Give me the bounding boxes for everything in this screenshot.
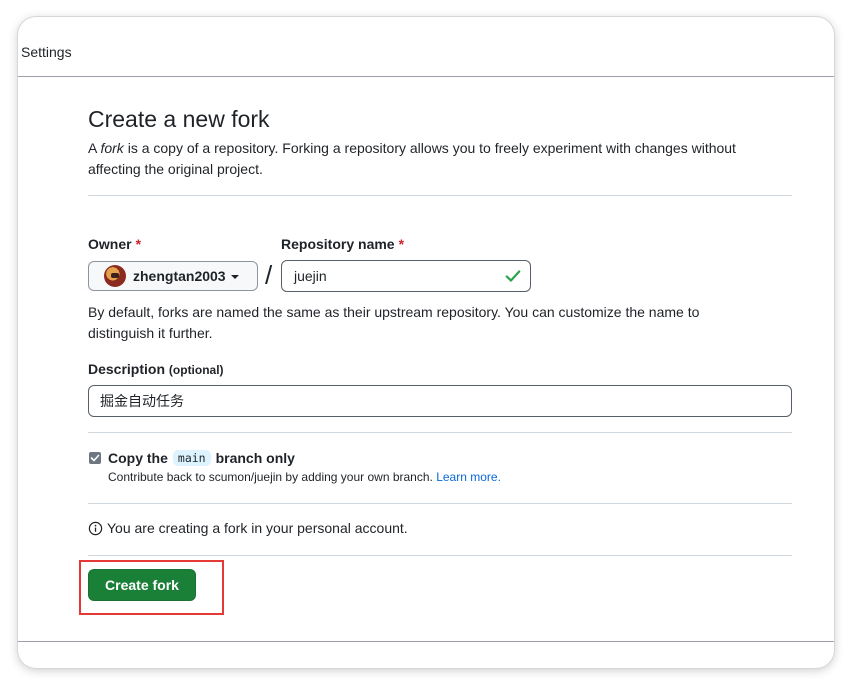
repository-name-value: juejin — [294, 268, 327, 284]
description-label: Description (optional) — [88, 361, 224, 377]
settings-window: Settings Create a new fork A fork is a c… — [18, 17, 834, 668]
divider — [88, 432, 792, 433]
check-icon — [505, 270, 521, 282]
owner-select[interactable]: zhengtan2003 — [88, 261, 258, 291]
avatar — [104, 265, 126, 287]
description-value: 掘金自动任务 — [100, 394, 184, 410]
caret-down-icon — [230, 275, 239, 279]
learn-more-link[interactable]: Learn more. — [436, 470, 501, 484]
info-icon — [88, 521, 103, 535]
create-fork-button[interactable]: Create fork — [88, 569, 196, 601]
description-input[interactable]: 掘金自动任务 — [88, 385, 792, 417]
copy-branch-note: Contribute back to scumon/juejin by addi… — [108, 470, 501, 484]
personal-account-notice: You are creating a fork in your personal… — [88, 520, 408, 536]
checkbox-checked-icon[interactable] — [89, 452, 101, 464]
top-bar: Settings — [18, 17, 834, 77]
copy-main-branch-label[interactable]: Copy the main branch only — [108, 450, 295, 466]
owner-label: Owner * — [88, 236, 142, 252]
fork-description-text: A fork is a copy of a repository. Forkin… — [88, 140, 736, 177]
page-title: Create a new fork — [88, 106, 270, 132]
owner-name: zhengtan2003 — [133, 268, 226, 284]
fork-name-hint: By default, forks are named the same as … — [88, 304, 700, 341]
bottom-divider — [18, 641, 834, 642]
branch-name-code: main — [172, 450, 211, 466]
divider — [88, 555, 792, 556]
repository-name-label: Repository name * — [281, 236, 405, 252]
divider — [88, 503, 792, 504]
divider — [88, 195, 792, 196]
repository-name-input[interactable]: juejin — [281, 260, 531, 292]
settings-label: Settings — [21, 44, 72, 60]
owner-repo-separator: / — [265, 260, 273, 290]
